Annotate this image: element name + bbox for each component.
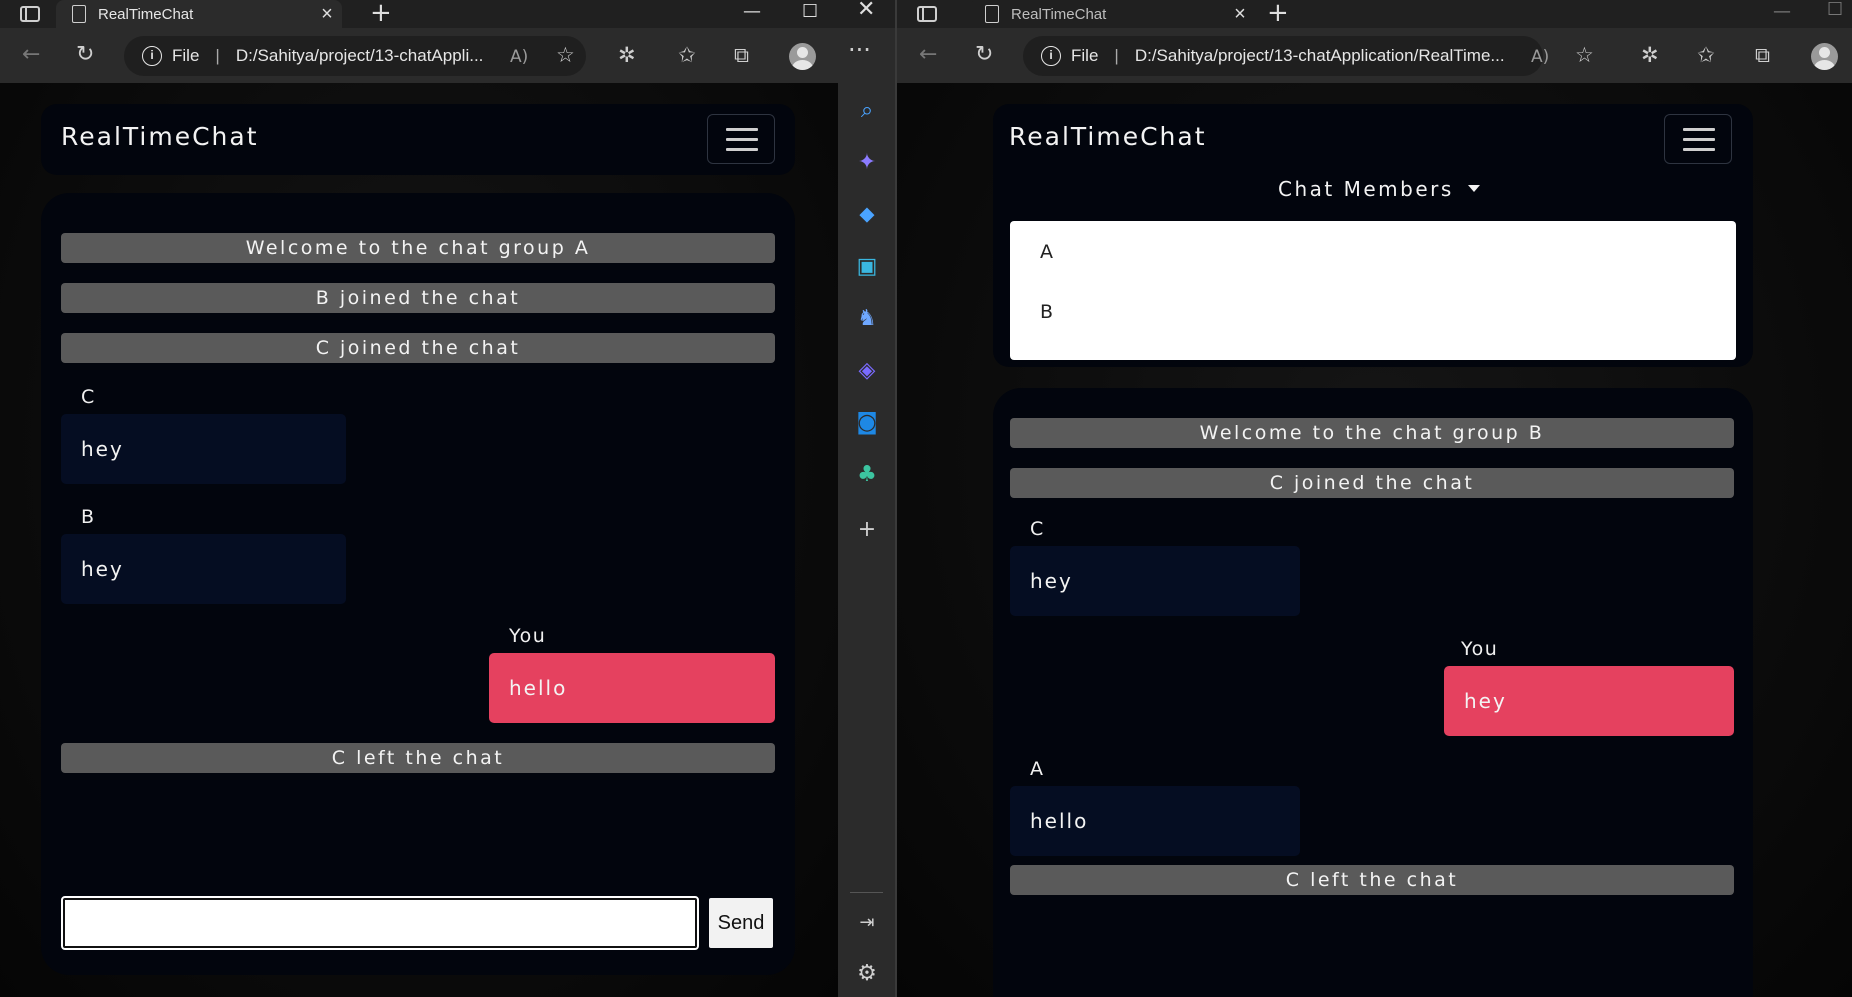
- collections-icon[interactable]: ⧉: [734, 43, 749, 67]
- message-sender: C: [1030, 518, 1045, 540]
- favorites-icon[interactable]: ✩: [678, 43, 696, 67]
- tab-bar: RealTimeChat × + — ☐: [897, 0, 1852, 28]
- address-separator: |: [215, 46, 220, 65]
- maximize-icon[interactable]: ☐: [802, 2, 818, 22]
- tab-actions-icon[interactable]: [20, 6, 40, 22]
- address-toolbar: ← ↻ i File | D:/Sahitya/project/13-chatA…: [0, 28, 897, 83]
- page-content: RealTimeChat Welcome to the chat group A…: [0, 83, 838, 997]
- browser-tab[interactable]: RealTimeChat ×: [969, 0, 1255, 28]
- back-icon[interactable]: ←: [22, 42, 40, 68]
- menu-toggle-button[interactable]: [707, 114, 775, 164]
- member-item[interactable]: A: [1040, 241, 1053, 263]
- browser-tab[interactable]: RealTimeChat ×: [56, 0, 342, 28]
- browser-window-right: RealTimeChat × + — ☐ ← ↻ i File | D:/Sah…: [897, 0, 1852, 997]
- chat-card: Welcome to the chat group A B joined the…: [41, 193, 795, 975]
- system-message: B joined the chat: [61, 283, 775, 313]
- info-icon[interactable]: i: [142, 46, 162, 66]
- search-icon[interactable]: ⌕: [854, 98, 880, 124]
- outlook-icon[interactable]: ◙: [854, 410, 880, 436]
- chat-card: Welcome to the chat group B C joined the…: [993, 388, 1753, 997]
- extensions-icon[interactable]: ✲: [618, 43, 636, 67]
- address-toolbar: ← ↻ i File | D:/Sahitya/project/13-chatA…: [897, 28, 1852, 83]
- caret-down-icon: [1467, 185, 1480, 192]
- new-tab-icon[interactable]: +: [370, 0, 392, 28]
- tab-title: RealTimeChat: [98, 5, 194, 23]
- system-message: C left the chat: [1010, 865, 1734, 895]
- address-bar[interactable]: i File | D:/Sahitya/project/13-chatAppli…: [1023, 36, 1543, 76]
- add-favorite-icon[interactable]: ☆: [1575, 43, 1594, 67]
- tab-title: RealTimeChat: [1011, 5, 1107, 23]
- read-aloud-icon[interactable]: A): [1531, 45, 1549, 69]
- navbar-card: RealTimeChat Chat Members A B: [993, 104, 1753, 367]
- address-scheme-label: File: [1071, 46, 1099, 65]
- close-tab-icon[interactable]: ×: [312, 3, 342, 26]
- tab-bar: RealTimeChat × + — ☐ ✕: [0, 0, 897, 28]
- message-bubble: hello: [1010, 786, 1300, 856]
- my-message-bubble: hey: [1444, 666, 1734, 736]
- message-sender: You: [509, 625, 547, 647]
- page-icon: [985, 5, 999, 23]
- shopping-icon[interactable]: ⬥: [854, 202, 880, 228]
- system-message: Welcome to the chat group B: [1010, 418, 1734, 448]
- message-sender: A: [1030, 758, 1045, 780]
- info-icon[interactable]: i: [1041, 46, 1061, 66]
- back-icon[interactable]: ←: [919, 42, 937, 68]
- system-message: C joined the chat: [1010, 468, 1734, 498]
- page-icon: [72, 5, 86, 23]
- message-bubble: hey: [61, 414, 346, 484]
- minimize-icon[interactable]: —: [1773, 2, 1791, 22]
- add-favorite-icon[interactable]: ☆: [556, 43, 575, 67]
- page-content: RealTimeChat Chat Members A B Welcome to…: [897, 83, 1852, 997]
- system-message: C joined the chat: [61, 333, 775, 363]
- more-icon[interactable]: ···: [848, 38, 871, 62]
- system-message: C left the chat: [61, 743, 775, 773]
- navbar-card: RealTimeChat: [41, 104, 795, 175]
- read-aloud-icon[interactable]: A): [510, 45, 528, 69]
- menu-toggle-button[interactable]: [1664, 114, 1732, 164]
- message-bubble: hey: [1010, 546, 1300, 616]
- message-sender: C: [81, 386, 96, 408]
- chat-members-label: Chat Members: [1278, 177, 1454, 201]
- collections-icon[interactable]: ⧉: [1755, 43, 1770, 67]
- close-tab-icon[interactable]: ×: [1225, 3, 1255, 26]
- favorites-icon[interactable]: ✩: [1697, 43, 1715, 67]
- message-sender: You: [1461, 638, 1499, 660]
- members-list: A B: [1010, 221, 1736, 360]
- minimize-icon[interactable]: —: [743, 2, 761, 22]
- browser-window-left: RealTimeChat × + — ☐ ✕ ← ↻ i File | D:/S…: [0, 0, 897, 997]
- close-window-icon[interactable]: ✕: [857, 0, 875, 21]
- settings-icon[interactable]: ⚙: [854, 961, 880, 987]
- tools-icon[interactable]: ▣: [854, 254, 880, 280]
- navbar-brand[interactable]: RealTimeChat: [61, 122, 259, 151]
- hide-sidebar-icon[interactable]: ⇥: [854, 910, 880, 936]
- maximize-icon[interactable]: ☐: [1827, 0, 1843, 20]
- refresh-icon[interactable]: ↻: [76, 42, 94, 68]
- my-message-bubble: hello: [489, 653, 775, 723]
- extensions-icon[interactable]: ✲: [1641, 43, 1659, 67]
- office-icon[interactable]: ◈: [854, 358, 880, 384]
- chat-members-dropdown[interactable]: Chat Members: [1278, 177, 1480, 201]
- edge-sidebar: ⌕ ✦ ⬥ ▣ ♞ ◈ ◙ ♣ + ⇥ ⚙: [838, 83, 895, 997]
- navbar-brand[interactable]: RealTimeChat: [1009, 122, 1207, 151]
- send-button[interactable]: Send: [709, 898, 773, 948]
- system-message: Welcome to the chat group A: [61, 233, 775, 263]
- address-scheme-label: File: [172, 46, 200, 65]
- profile-avatar[interactable]: [1811, 43, 1838, 70]
- message-bubble: hey: [61, 534, 346, 604]
- tab-actions-icon[interactable]: [917, 6, 937, 22]
- new-tab-icon[interactable]: +: [1267, 0, 1289, 28]
- refresh-icon[interactable]: ↻: [975, 42, 993, 68]
- copilot-icon[interactable]: ✦: [854, 150, 880, 176]
- address-url: D:/Sahitya/project/13-chatApplication/Re…: [1134, 46, 1505, 65]
- member-item[interactable]: B: [1040, 301, 1053, 323]
- message-sender: B: [81, 506, 96, 528]
- address-url: D:/Sahitya/project/13-chatAppli...: [235, 46, 484, 65]
- profile-avatar[interactable]: [789, 43, 816, 70]
- sidebar-divider: [850, 892, 883, 893]
- drop-icon[interactable]: ♣: [854, 462, 880, 488]
- address-separator: |: [1114, 46, 1119, 65]
- message-input[interactable]: [61, 896, 699, 950]
- games-icon[interactable]: ♞: [854, 306, 880, 332]
- add-icon[interactable]: +: [854, 517, 880, 543]
